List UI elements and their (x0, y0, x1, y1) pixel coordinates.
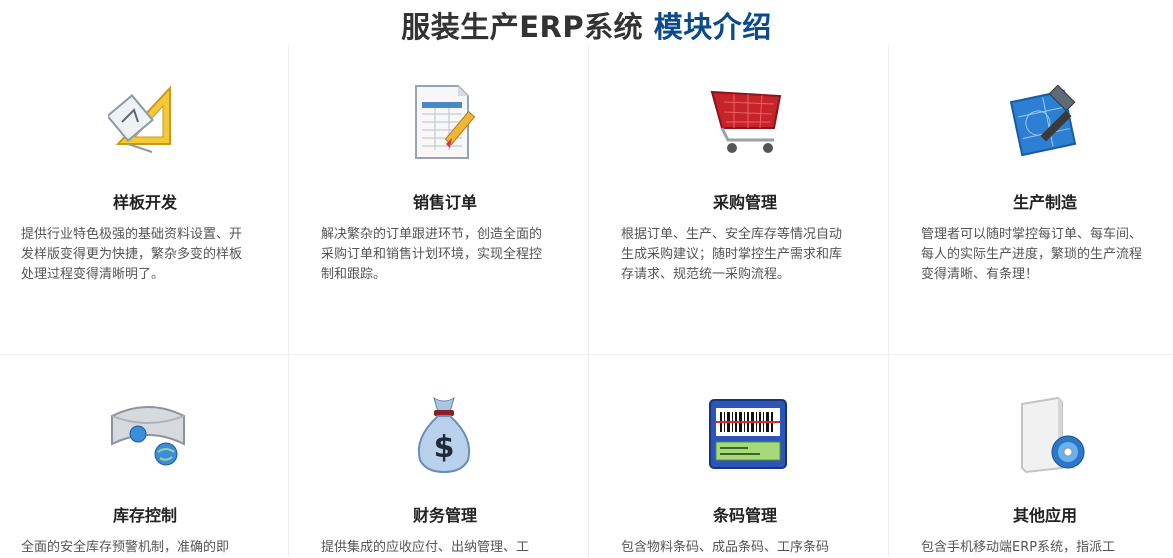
money-bag-icon: $ (408, 394, 488, 474)
divider (588, 44, 589, 557)
module-description: 根据订单、生产、安全库存等情况自动生成采购建议；随时掌控生产需求和库存请求、规范… (621, 227, 843, 282)
title-accent: 模块介绍 (653, 10, 772, 44)
divider (888, 44, 889, 557)
module-title: 库存控制 (112, 506, 177, 525)
module-description: 提供集成的应收应付、出纳管理、工 (321, 540, 530, 555)
module-title: 采购管理 (712, 193, 777, 212)
module-title: 其他应用 (1012, 506, 1077, 525)
module-description: 管理者可以随时掌控每订单、每车间、每人的实际生产进度，繁琐的生产流程变得清晰、有… (921, 227, 1143, 282)
title-main: 服装生产ERP系统 (401, 10, 644, 44)
module-title: 销售订单 (412, 193, 477, 212)
software-box-cd-icon (1008, 394, 1088, 474)
page-title: 服装生产ERP系统 模块介绍 (0, 4, 1173, 46)
module-description: 解决繁杂的订单跟进环节，创造全面的采购订单和销售计划环境，实现全程控制和跟踪。 (321, 227, 543, 282)
module-title: 财务管理 (412, 506, 477, 525)
module-description: 包含物料条码、成品条码、工序条码 (621, 540, 830, 555)
shopping-cart-icon (708, 82, 788, 162)
module-description: 全面的安全库存预警机制，准确的即 (21, 540, 230, 555)
module-grid: 样板开发 提供行业特色极强的基础资料设置、开发样版变得更为快捷，繁杂多变的样板处… (0, 44, 1173, 557)
hammer-blueprint-icon (1008, 82, 1088, 162)
module-title: 条码管理 (712, 506, 777, 525)
svg-text:$: $ (434, 430, 455, 465)
drafting-triangle-icon (106, 82, 188, 162)
module-title: 样板开发 (112, 193, 177, 212)
module-title: 生产制造 (1012, 193, 1077, 212)
divider (288, 44, 289, 557)
module-description: 包含手机移动端ERP系统，指派工 (921, 540, 1116, 555)
barcode-scanner-icon (708, 394, 788, 474)
divider (0, 354, 1173, 355)
spreadsheet-pencil-icon (408, 82, 488, 162)
module-description: 提供行业特色极强的基础资料设置、开发样版变得更为快捷，繁杂多变的样板处理过程变得… (21, 227, 243, 282)
pipe-globe-icon (108, 394, 188, 474)
